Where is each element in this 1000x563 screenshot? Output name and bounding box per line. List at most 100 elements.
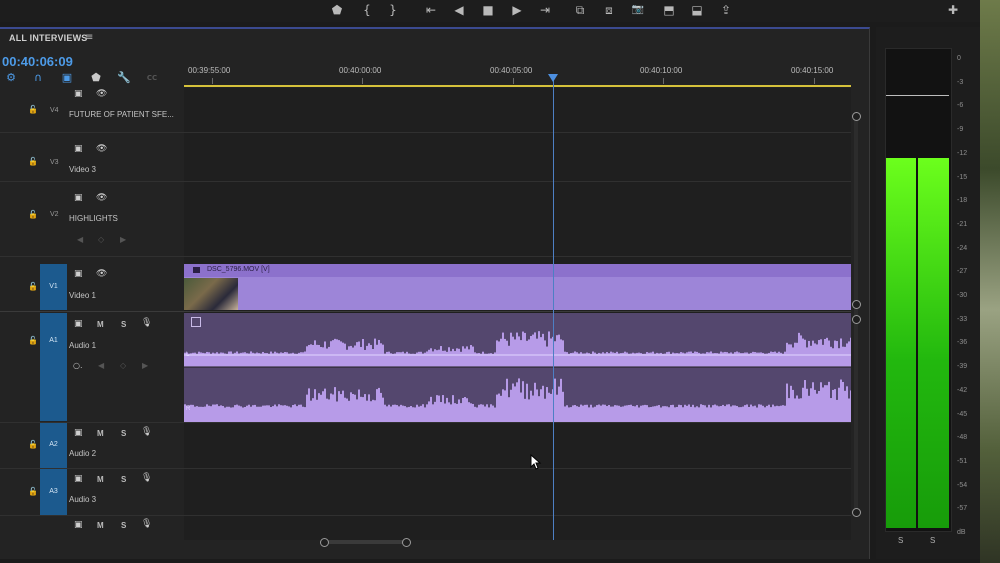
- add-marker-icon[interactable]: ⬟: [89, 71, 103, 85]
- snap-icon[interactable]: ⚙: [4, 71, 18, 85]
- mute-track-button[interactable]: M: [97, 521, 104, 530]
- video-clip-header[interactable]: [184, 264, 851, 277]
- solo-track-button[interactable]: S: [121, 475, 126, 484]
- waveform-floor-right: [184, 410, 851, 422]
- vertical-scrollbar[interactable]: [854, 112, 858, 516]
- track-divider: [0, 181, 851, 182]
- track-lock-icon[interactable]: 🔓: [28, 487, 38, 496]
- marker-icon[interactable]: ⬟: [328, 1, 346, 19]
- panel-menu-icon[interactable]: ≡: [85, 33, 93, 43]
- nest-icon[interactable]: ▣: [60, 71, 74, 85]
- share-icon[interactable]: ⇪: [717, 1, 735, 19]
- work-area-bar[interactable]: [184, 85, 851, 87]
- voiceover-record-mic-icon[interactable]: 🎙: [141, 519, 152, 529]
- horizontal-zoom-scrollbar[interactable]: [322, 540, 410, 544]
- toggle-output-eye-icon[interactable]: 👁: [96, 269, 107, 279]
- waveform-sample: [842, 381, 844, 412]
- step-forward-icon[interactable]: ▶: [508, 1, 526, 19]
- solo-right-button[interactable]: S: [930, 536, 935, 545]
- sync-lock-film-icon[interactable]: ▣: [74, 520, 83, 530]
- mark-in-icon[interactable]: {: [358, 1, 376, 19]
- video-audio-divider[interactable]: [0, 311, 851, 312]
- insert-icon[interactable]: ⧉: [571, 1, 589, 19]
- waveform-sample: [822, 344, 824, 358]
- track-id-v2[interactable]: V2: [50, 211, 59, 218]
- toggle-output-eye-icon[interactable]: 👁: [96, 144, 107, 154]
- waveform-sample: [310, 344, 312, 358]
- ruler-tick: [513, 78, 514, 84]
- go-to-out-icon[interactable]: ⇥: [536, 1, 554, 19]
- scroll-knob-mid[interactable]: [852, 300, 861, 309]
- go-to-in-icon[interactable]: ⇤: [422, 1, 440, 19]
- sync-lock-film-icon[interactable]: ▣: [74, 89, 83, 99]
- waveform-sample: [558, 386, 560, 412]
- sequence-tab-title[interactable]: ALL INTERVIEWS: [9, 33, 87, 43]
- source-patch-a1[interactable]: [40, 313, 67, 421]
- track-lock-icon[interactable]: 🔓: [28, 210, 38, 219]
- overwrite-icon[interactable]: ⧈: [600, 1, 618, 19]
- add-keyframe-icon[interactable]: ◇: [98, 235, 104, 244]
- waveform-sample: [510, 389, 512, 412]
- voiceover-record-mic-icon[interactable]: 🎙: [141, 318, 152, 328]
- solo-track-button[interactable]: S: [121, 320, 126, 329]
- mute-track-button[interactable]: M: [97, 320, 104, 329]
- lift-icon[interactable]: ⬒: [660, 1, 678, 19]
- sync-lock-film-icon[interactable]: ▣: [74, 319, 83, 329]
- waveform-sample: [830, 398, 832, 412]
- zoom-handle-left[interactable]: [320, 538, 329, 547]
- voiceover-record-mic-icon[interactable]: 🎙: [141, 427, 152, 437]
- track-lock-icon[interactable]: 🔓: [28, 105, 38, 114]
- ruler-label: 00:40:00:00: [339, 66, 382, 75]
- zoom-handle-right[interactable]: [402, 538, 411, 547]
- audio-waveform: [184, 331, 851, 422]
- track-divider: [0, 515, 851, 516]
- toggle-output-eye-icon[interactable]: 👁: [96, 89, 107, 99]
- sync-lock-film-icon[interactable]: ▣: [74, 193, 83, 203]
- sync-lock-film-icon[interactable]: ▣: [74, 474, 83, 484]
- linked-selection-icon[interactable]: ∩: [31, 71, 45, 85]
- sync-lock-film-icon[interactable]: ▣: [74, 269, 83, 279]
- solo-track-button[interactable]: S: [121, 429, 126, 438]
- prev-keyframe-icon[interactable]: ◀: [77, 235, 83, 244]
- toggle-output-eye-icon[interactable]: 👁: [96, 193, 107, 203]
- prev-keyframe-icon[interactable]: ◀: [98, 361, 104, 370]
- playhead-timecode[interactable]: 00:40:06:09: [2, 54, 73, 69]
- scroll-knob-top[interactable]: [852, 112, 861, 121]
- waveform-sample: [344, 397, 346, 412]
- waveform-sample: [464, 348, 466, 358]
- mute-track-button[interactable]: M: [97, 429, 104, 438]
- scroll-knob-bottom[interactable]: [852, 508, 861, 517]
- sync-lock-film-icon[interactable]: ▣: [74, 428, 83, 438]
- sync-lock-film-icon[interactable]: ▣: [74, 144, 83, 154]
- waveform-sample: [438, 349, 440, 358]
- add-button-icon[interactable]: ✚: [944, 1, 962, 19]
- next-keyframe-icon[interactable]: ▶: [142, 361, 148, 370]
- playhead-line[interactable]: [553, 74, 554, 540]
- wrench-icon[interactable]: 🔧: [117, 71, 131, 85]
- waveform-sample: [834, 389, 836, 412]
- track-lock-icon[interactable]: 🔓: [28, 336, 38, 345]
- audio-meter-left: [886, 158, 916, 528]
- db-scale-label: -51: [957, 457, 968, 465]
- track-id-v3[interactable]: V3: [50, 159, 59, 166]
- track-lock-icon[interactable]: 🔓: [28, 282, 38, 291]
- export-frame-icon[interactable]: 📷: [629, 1, 647, 19]
- stop-icon[interactable]: ■: [479, 1, 497, 19]
- waveform-sample: [430, 396, 432, 412]
- scroll-knob-mid2[interactable]: [852, 315, 861, 324]
- solo-track-button[interactable]: S: [121, 521, 126, 530]
- add-keyframe-icon[interactable]: ◇: [120, 361, 126, 370]
- track-id-v4[interactable]: V4: [50, 107, 59, 114]
- playhead-handle[interactable]: [548, 74, 558, 82]
- extract-icon[interactable]: ⬓: [688, 1, 706, 19]
- track-lock-icon[interactable]: 🔓: [28, 440, 38, 449]
- track-lock-icon[interactable]: 🔓: [28, 157, 38, 166]
- mute-track-button[interactable]: M: [97, 475, 104, 484]
- captions-icon[interactable]: CC: [145, 71, 159, 85]
- voiceover-record-mic-icon[interactable]: 🎙: [141, 473, 152, 483]
- step-back-icon[interactable]: ◀: [450, 1, 468, 19]
- keyframe-menu-icon[interactable]: ○.: [73, 361, 83, 370]
- mark-out-icon[interactable]: }: [384, 1, 402, 19]
- solo-left-button[interactable]: S: [898, 536, 903, 545]
- next-keyframe-icon[interactable]: ▶: [120, 235, 126, 244]
